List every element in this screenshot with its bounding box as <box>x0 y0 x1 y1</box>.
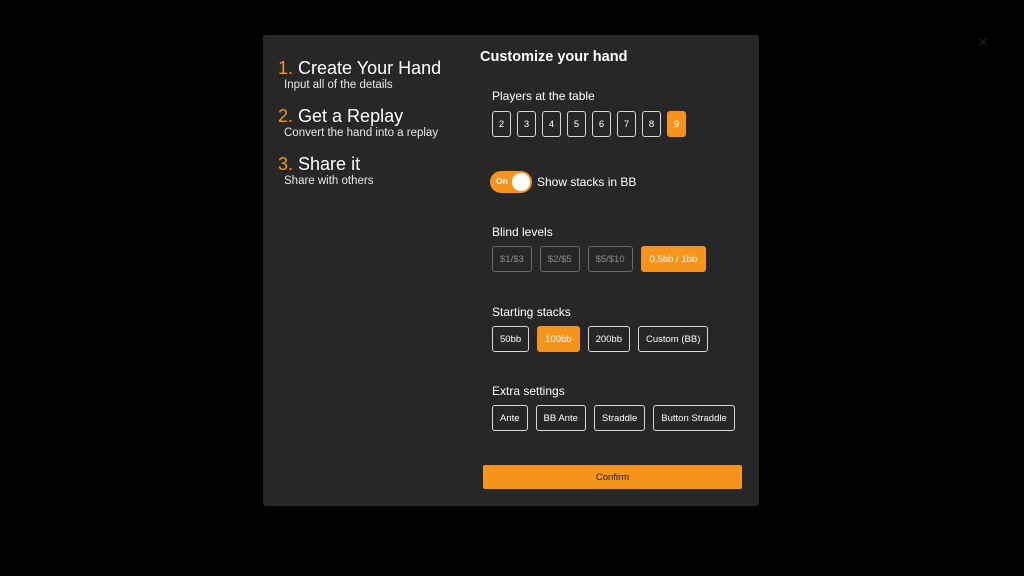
stack-option-50bb[interactable]: 50bb <box>492 326 530 352</box>
step-title: 1. Create Your Hand <box>278 57 478 79</box>
step-share: 3. Share it Share with others <box>278 153 478 188</box>
step-create-hand: 1. Create Your Hand Input all of the det… <box>278 57 478 92</box>
show-stacks-row: On Show stacks in BB <box>490 171 636 193</box>
confirm-button[interactable]: Confirm <box>483 465 742 489</box>
step-get-replay: 2. Get a Replay Convert the hand into a … <box>278 105 478 140</box>
show-stacks-toggle[interactable]: On <box>490 171 532 193</box>
step-title-text: Create Your Hand <box>298 58 442 78</box>
step-subtitle: Share with others <box>284 175 374 187</box>
close-icon[interactable]: × <box>974 33 992 51</box>
players-option-3[interactable]: 3 <box>517 111 536 137</box>
players-option-8[interactable]: 8 <box>642 111 661 137</box>
extra-options: Ante BB Ante Straddle Button Straddle <box>492 405 735 431</box>
toggle-state-text: On <box>496 176 508 186</box>
step-title: 2. Get a Replay <box>278 105 478 127</box>
extra-label: Extra settings <box>492 384 565 398</box>
players-option-4[interactable]: 4 <box>542 111 561 137</box>
stacks-label: Starting stacks <box>492 305 571 319</box>
page: × 1. Create Your Hand Input all of the d… <box>0 0 1024 576</box>
customize-hand-modal: 1. Create Your Hand Input all of the det… <box>263 35 759 506</box>
steps-list: 1. Create Your Hand Input all of the det… <box>278 57 478 201</box>
step-title: 3. Share it <box>278 153 478 175</box>
step-subtitle: Convert the hand into a replay <box>284 127 439 139</box>
stack-option-100bb[interactable]: 100bb <box>537 326 580 352</box>
players-option-9[interactable]: 9 <box>667 111 686 137</box>
players-option-2[interactable]: 2 <box>492 111 511 137</box>
stack-option-200bb[interactable]: 200bb <box>587 326 630 352</box>
players-option-6[interactable]: 6 <box>592 111 611 137</box>
step-number: 1. <box>278 58 294 78</box>
step-number: 3. <box>278 154 294 174</box>
players-option-5[interactable]: 5 <box>567 111 586 137</box>
players-label: Players at the table <box>492 89 595 103</box>
extra-option-ante[interactable]: Ante <box>492 405 528 431</box>
toggle-knob <box>512 173 530 191</box>
blinds-label: Blind levels <box>492 225 553 239</box>
stacks-options: 50bb 100bb 200bb Custom (BB) <box>492 326 709 352</box>
blind-option-bb[interactable]: 0.5bb / 1bb <box>640 246 707 272</box>
extra-option-straddle[interactable]: Straddle <box>593 405 646 431</box>
step-title-text: Share it <box>298 154 361 174</box>
step-subtitle: Input all of the details <box>284 79 393 91</box>
stack-option-custom[interactable]: Custom (BB) <box>637 326 709 352</box>
players-option-7[interactable]: 7 <box>617 111 636 137</box>
blind-option-5-10[interactable]: $5/$10 <box>587 246 633 272</box>
blind-option-2-5[interactable]: $2/$5 <box>539 246 580 272</box>
step-number: 2. <box>278 106 294 126</box>
players-options: 2 3 4 5 6 7 8 9 <box>492 111 686 137</box>
blind-option-1-3[interactable]: $1/$3 <box>492 246 532 272</box>
blinds-options: $1/$3 $2/$5 $5/$10 0.5bb / 1bb <box>492 246 707 272</box>
step-title-text: Get a Replay <box>298 106 404 126</box>
panel-title: Customize your hand <box>480 49 628 65</box>
extra-option-bb-ante[interactable]: BB Ante <box>535 405 586 431</box>
show-stacks-label: Show stacks in BB <box>537 175 637 189</box>
extra-option-button-straddle[interactable]: Button Straddle <box>653 405 735 431</box>
